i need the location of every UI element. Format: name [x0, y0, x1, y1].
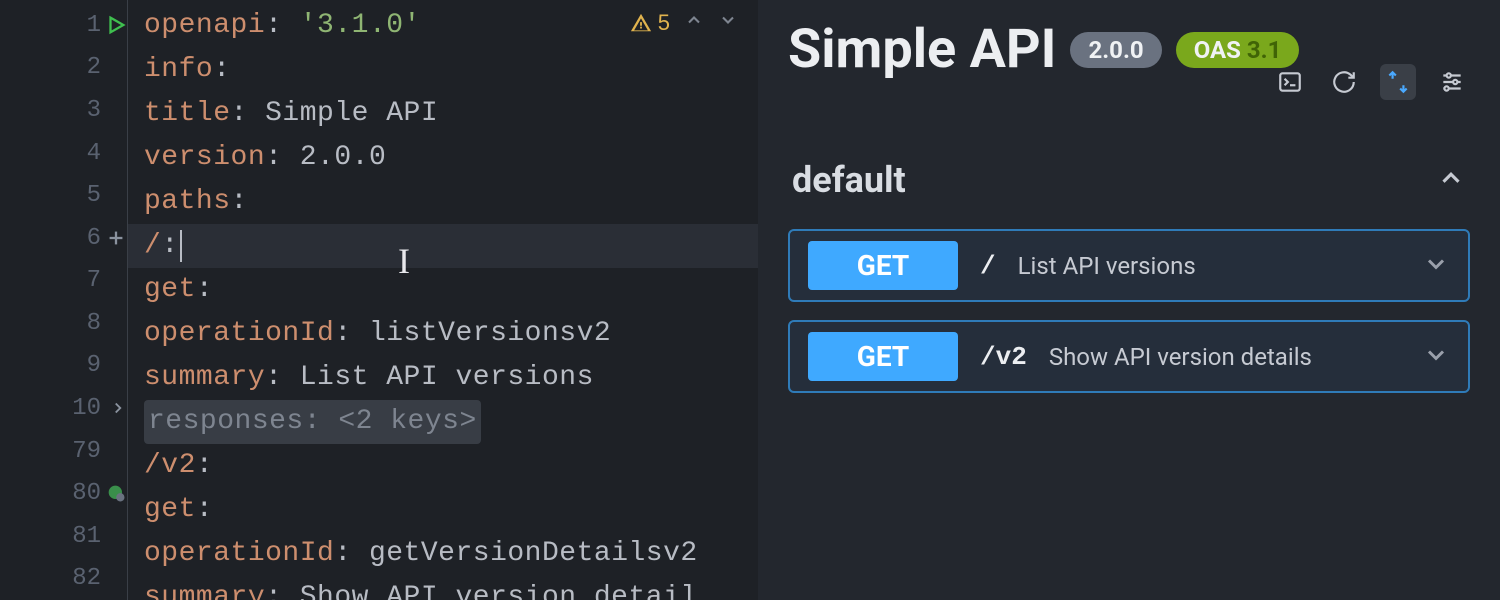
code-line[interactable]: version: 2.0.0	[128, 136, 758, 180]
code-line[interactable]: summary: List API versions	[128, 356, 758, 400]
operation-summary: Show API version details	[1049, 343, 1312, 371]
operation-row[interactable]: GET/v2 Show API version details	[788, 320, 1470, 393]
problems-prev[interactable]	[684, 10, 704, 36]
warning-count: 5	[658, 10, 670, 36]
chevron-right-icon[interactable]	[109, 399, 127, 417]
gutter-line: 8	[0, 302, 127, 345]
swagger-preview: Simple API 2.0.0 OAS 3.1 default	[758, 0, 1500, 600]
warning-icon: 5	[630, 10, 670, 36]
version-pill: 2.0.0	[1070, 32, 1161, 68]
gutter-line: 81	[0, 515, 127, 558]
sliders-icon[interactable]	[1434, 64, 1470, 100]
gutter-line: 5	[0, 174, 127, 217]
code-line[interactable]: info:	[128, 48, 758, 92]
operation-summary: List API versions	[1018, 252, 1196, 280]
editor-gutter: 1234567891079808182	[0, 0, 128, 600]
refresh-icon[interactable]	[1326, 64, 1362, 100]
code-line[interactable]: /:	[128, 224, 758, 268]
code-line[interactable]: operationId: getVersionDetailsv2	[128, 532, 758, 576]
code-line[interactable]: paths:	[128, 180, 758, 224]
oas-pill: OAS 3.1	[1176, 32, 1300, 68]
gutter-line: 7	[0, 259, 127, 302]
operation-path: /v2	[980, 342, 1027, 372]
api-title: Simple API	[788, 18, 1056, 81]
operation-path: /	[980, 251, 996, 281]
terminal-icon[interactable]	[1272, 64, 1308, 100]
code-line[interactable]: title: Simple API	[128, 92, 758, 136]
problems-indicator[interactable]: 5	[630, 10, 738, 36]
code-line[interactable]: get:	[128, 268, 758, 312]
lint-dot-icon	[107, 484, 127, 504]
gutter-line: 2	[0, 47, 127, 90]
http-method-badge: GET	[808, 332, 958, 381]
code-line[interactable]: summary: Show API version detail	[128, 576, 758, 600]
gutter-line: 6	[0, 217, 127, 260]
code-line[interactable]: operationId: listVersionsv2	[128, 312, 758, 356]
chevron-down-icon	[1422, 250, 1450, 282]
chevron-down-icon	[1422, 341, 1450, 373]
gutter-line: 79	[0, 430, 127, 473]
code-line[interactable]: responses: <2 keys>	[128, 400, 758, 444]
run-icon[interactable]	[105, 14, 127, 36]
operation-row[interactable]: GET / List API versions	[788, 229, 1470, 302]
editor-code[interactable]: openapi: '3.1.0'info: title: Simple API …	[128, 0, 758, 600]
chevron-up-icon	[1436, 163, 1466, 197]
gutter-line: 1	[0, 4, 127, 47]
code-line[interactable]: /v2:	[128, 444, 758, 488]
problems-next[interactable]	[718, 10, 738, 36]
code-line[interactable]: get:	[128, 488, 758, 532]
gutter-line: 4	[0, 132, 127, 175]
gutter-line: 80	[0, 472, 127, 515]
gutter-line: 82	[0, 558, 127, 600]
section-header[interactable]: default	[788, 159, 1470, 211]
sort-icon[interactable]	[1380, 64, 1416, 100]
code-editor[interactable]: 1234567891079808182 openapi: '3.1.0'info…	[0, 0, 758, 600]
text-cursor-icon: I	[398, 240, 410, 282]
http-method-badge: GET	[808, 241, 958, 290]
gutter-line: 9	[0, 345, 127, 388]
gutter-line: 3	[0, 89, 127, 132]
section-title: default	[792, 159, 906, 201]
gutter-line: 10	[0, 387, 127, 430]
plus-icon[interactable]	[105, 227, 127, 249]
